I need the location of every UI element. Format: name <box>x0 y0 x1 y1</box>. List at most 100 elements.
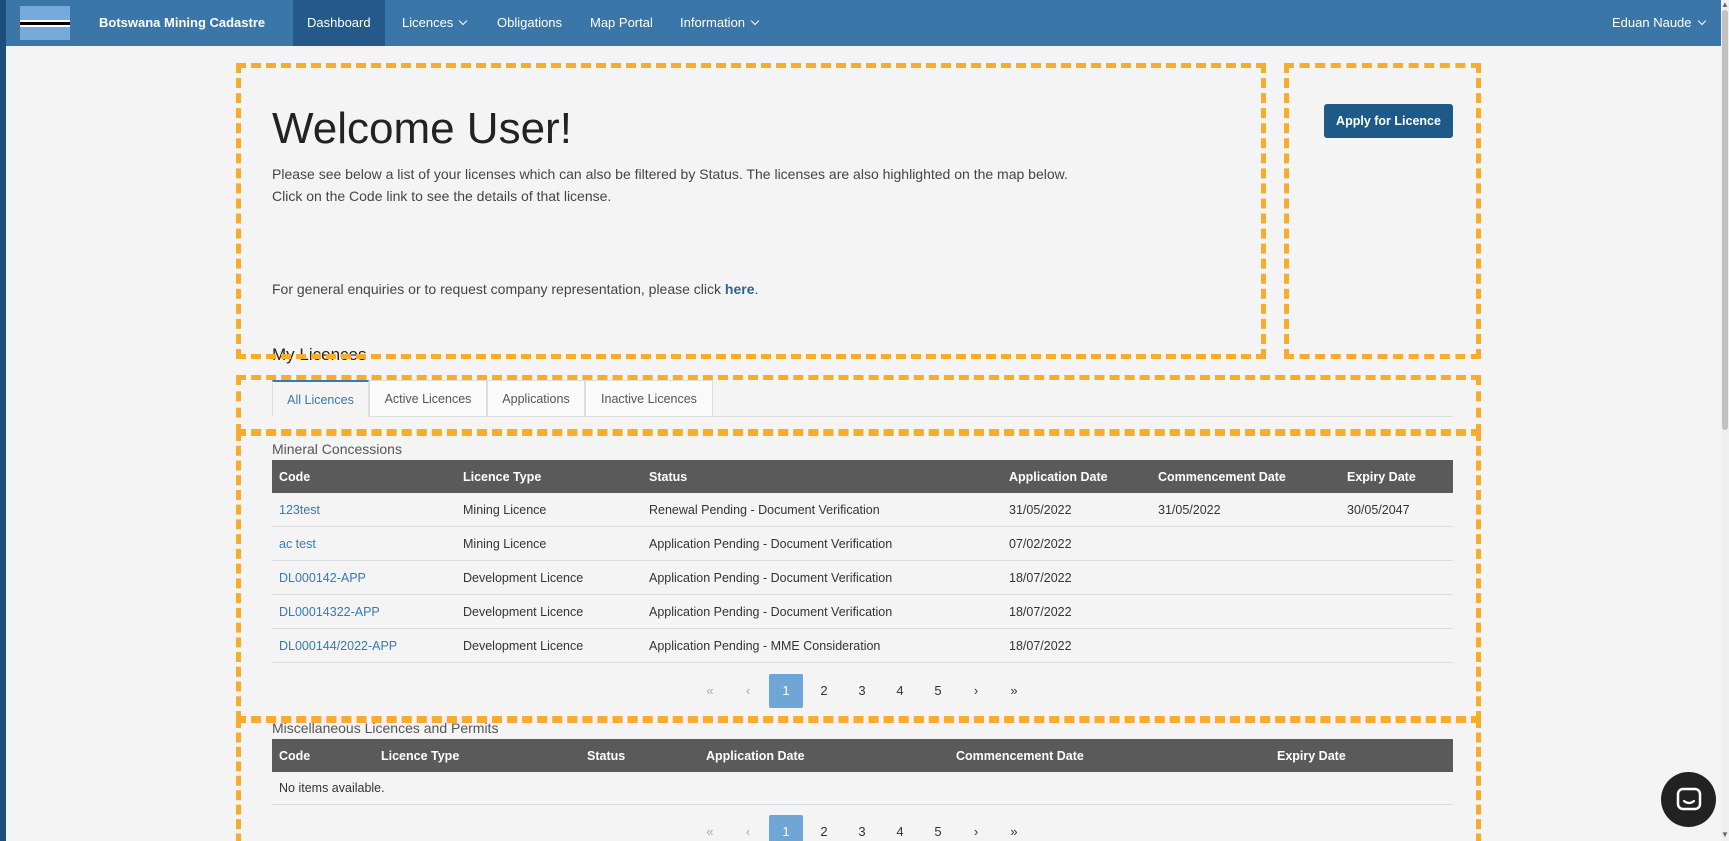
prev-page-button[interactable]: ‹ <box>731 674 765 708</box>
table-header: Code Licence Type Status Application Dat… <box>272 460 1453 493</box>
mineral-concessions-label: Mineral Concessions <box>272 441 402 457</box>
enquiry-suffix: . <box>754 281 759 297</box>
botswana-flag-logo <box>20 6 70 40</box>
licence-type: Mining Licence <box>463 502 547 517</box>
column-header-code[interactable]: Code <box>279 739 310 772</box>
page-4-button[interactable]: 4 <box>883 815 917 841</box>
scroll-up-icon[interactable]: ▲ <box>1721 0 1729 9</box>
licence-tabs: All Licences Active Licences Application… <box>272 380 1453 417</box>
table-row: DL00014322-APP Development Licence Appli… <box>272 595 1453 629</box>
page-2-button[interactable]: 2 <box>807 815 841 841</box>
licence-status: Renewal Pending - Document Verification <box>649 502 880 517</box>
tab-all-licences[interactable]: All Licences <box>272 380 369 417</box>
page-1-button[interactable]: 1 <box>769 815 803 841</box>
column-header-licence-type[interactable]: Licence Type <box>463 460 541 493</box>
enquiry-prefix: For general enquiries or to request comp… <box>272 281 725 297</box>
page-3-button[interactable]: 3 <box>845 815 879 841</box>
application-date: 18/07/2022 <box>1009 570 1072 585</box>
nav-obligations-label: Obligations <box>497 15 563 30</box>
application-date: 18/07/2022 <box>1009 638 1072 653</box>
licence-code-link[interactable]: DL000142-APP <box>279 571 366 585</box>
tab-applications[interactable]: Applications <box>487 380 585 417</box>
nav-information[interactable]: Information <box>666 0 772 46</box>
user-menu[interactable]: Eduan Naude <box>1598 0 1719 46</box>
user-name: Eduan Naude <box>1612 15 1692 30</box>
column-header-licence-type[interactable]: Licence Type <box>381 739 459 772</box>
nav-dashboard-label: Dashboard <box>307 15 371 30</box>
prev-page-button[interactable]: ‹ <box>731 815 765 841</box>
column-header-expiry-date[interactable]: Expiry Date <box>1277 739 1346 772</box>
licence-status: Application Pending - Document Verificat… <box>649 604 893 619</box>
page-5-button[interactable]: 5 <box>921 815 955 841</box>
licence-code-link[interactable]: DL000144/2022-APP <box>279 639 397 653</box>
expiry-date: 30/05/2047 <box>1347 502 1410 517</box>
mineral-concessions-table: Code Licence Type Status Application Dat… <box>272 460 1453 663</box>
licence-code-link[interactable]: DL00014322-APP <box>279 605 380 619</box>
licence-code-link[interactable]: ac test <box>279 537 316 551</box>
enquiry-text: For general enquiries or to request comp… <box>272 281 758 297</box>
apply-for-licence-button[interactable]: Apply for Licence <box>1324 104 1453 138</box>
licence-status: Application Pending - MME Consideration <box>649 638 881 653</box>
column-header-commencement-date[interactable]: Commencement Date <box>956 739 1084 772</box>
page-title: Welcome User! <box>272 104 572 153</box>
scroll-down-icon[interactable]: ▼ <box>1721 830 1729 839</box>
page-1-button[interactable]: 1 <box>769 674 803 708</box>
intro-line-2: Click on the Code link to see the detail… <box>272 188 612 204</box>
nav-information-label: Information <box>680 15 746 30</box>
nav-licences[interactable]: Licences <box>388 0 480 46</box>
table-row: DL000142-APP Development Licence Applica… <box>272 561 1453 595</box>
chat-bubble-icon <box>1676 787 1702 811</box>
chevron-down-icon <box>1697 16 1706 26</box>
chat-launcher-button[interactable] <box>1661 772 1716 827</box>
application-date: 18/07/2022 <box>1009 604 1072 619</box>
last-page-button[interactable]: » <box>997 674 1031 708</box>
chevron-down-icon <box>459 16 468 26</box>
window-edge <box>0 0 6 841</box>
page-3-button[interactable]: 3 <box>845 674 879 708</box>
column-header-status[interactable]: Status <box>587 739 625 772</box>
top-navbar: Botswana Mining Cadastre Dashboard Licen… <box>6 0 1721 46</box>
column-header-application-date[interactable]: Application Date <box>1009 460 1108 493</box>
licence-status: Application Pending - Document Verificat… <box>649 570 893 585</box>
column-header-commencement-date[interactable]: Commencement Date <box>1158 460 1286 493</box>
nav-obligations[interactable]: Obligations <box>483 0 576 46</box>
page-scrollbar[interactable]: ▲ ▼ <box>1721 0 1729 841</box>
misc-licences-label: Miscellaneous Licences and Permits <box>272 720 499 736</box>
nav-dashboard[interactable]: Dashboard <box>293 0 385 46</box>
page-4-button[interactable]: 4 <box>883 674 917 708</box>
table-header: Code Licence Type Status Application Dat… <box>272 739 1453 772</box>
table-row: ac test Mining Licence Application Pendi… <box>272 527 1453 561</box>
tab-inactive-licences[interactable]: Inactive Licences <box>585 380 713 417</box>
tab-active-licences[interactable]: Active Licences <box>369 380 487 417</box>
licence-type: Development Licence <box>463 604 584 619</box>
licence-code-link[interactable]: 123test <box>279 503 320 517</box>
scrollbar-thumb[interactable] <box>1722 10 1728 430</box>
enquiry-here-link[interactable]: here <box>725 281 755 297</box>
column-header-code[interactable]: Code <box>279 460 310 493</box>
intro-line-1: Please see below a list of your licenses… <box>272 166 1068 182</box>
application-date: 31/05/2022 <box>1009 502 1072 517</box>
commencement-date: 31/05/2022 <box>1158 502 1221 517</box>
empty-message: No items available. <box>279 781 385 795</box>
last-page-button[interactable]: » <box>997 815 1031 841</box>
misc-pager: « ‹ 1 2 3 4 5 › » <box>693 815 1035 841</box>
page-2-button[interactable]: 2 <box>807 674 841 708</box>
empty-row: No items available. <box>272 772 1453 805</box>
licence-type: Development Licence <box>463 570 584 585</box>
nav-map-portal[interactable]: Map Portal <box>576 0 667 46</box>
first-page-button[interactable]: « <box>693 815 727 841</box>
nav-map-portal-label: Map Portal <box>590 15 653 30</box>
licence-status: Application Pending - Document Verificat… <box>649 536 893 551</box>
licence-type: Mining Licence <box>463 536 547 551</box>
column-header-expiry-date[interactable]: Expiry Date <box>1347 460 1416 493</box>
first-page-button[interactable]: « <box>693 674 727 708</box>
next-page-button[interactable]: › <box>959 815 993 841</box>
nav-licences-label: Licences <box>402 15 454 30</box>
column-header-application-date[interactable]: Application Date <box>706 739 805 772</box>
misc-licences-table: Code Licence Type Status Application Dat… <box>272 739 1453 805</box>
application-date: 07/02/2022 <box>1009 536 1072 551</box>
page-5-button[interactable]: 5 <box>921 674 955 708</box>
column-header-status[interactable]: Status <box>649 460 687 493</box>
next-page-button[interactable]: › <box>959 674 993 708</box>
chevron-down-icon <box>750 16 760 26</box>
